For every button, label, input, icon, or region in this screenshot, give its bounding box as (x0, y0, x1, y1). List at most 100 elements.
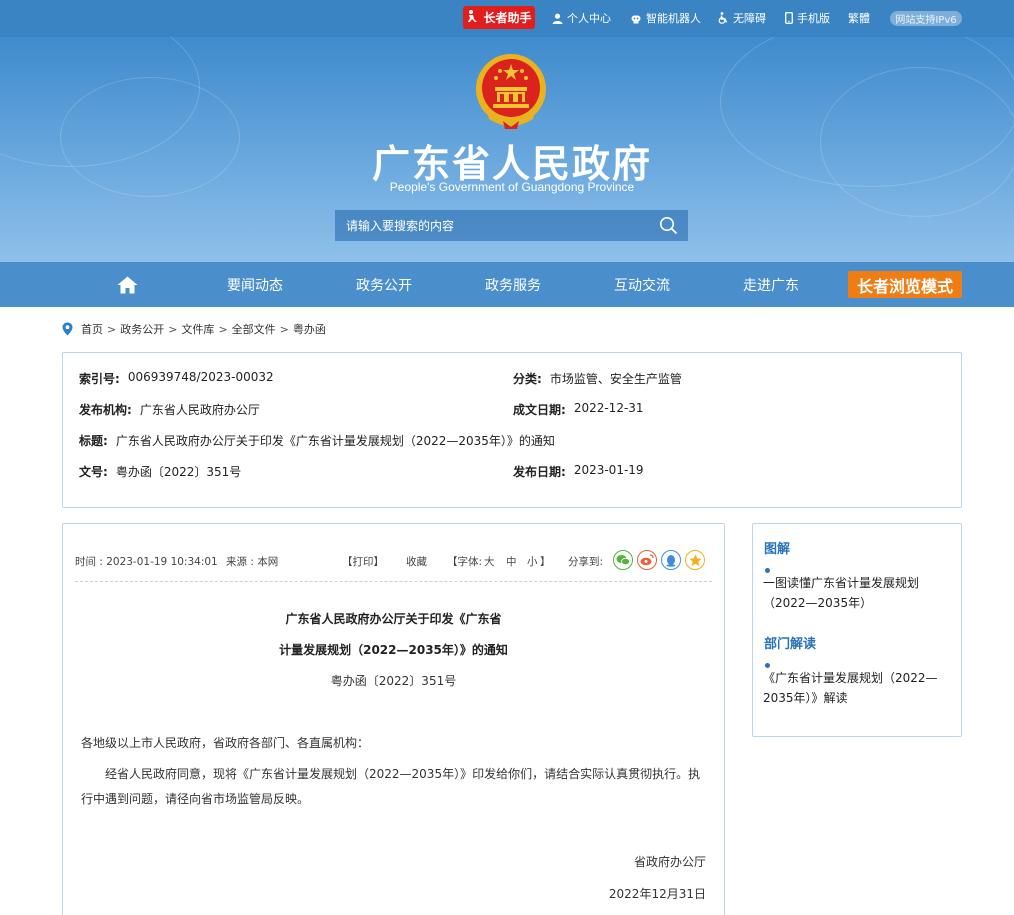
elder-helper-label: 长者助手 (483, 11, 532, 25)
article-title-line1: 广东省人民政府办公厅关于印发《广东省 (285, 612, 502, 626)
sidebar-interpretation-link[interactable]: 《广东省计量发展规划（2022—2035年）》解读 (763, 668, 953, 708)
article-salutation: 各地级以上市人民政府，省政府各部门、各直属机构： (81, 736, 370, 750)
created-date-value: 2022-12-31 (573, 401, 644, 415)
font-small-button[interactable]: 小 (527, 554, 538, 569)
article-title-line2: 计量发展规划（2022—2035年）》的通知 (279, 643, 508, 657)
star-icon (689, 554, 701, 566)
breadcrumb-separator: > (279, 322, 289, 336)
wheelchair-icon (718, 12, 728, 24)
breadcrumb-separator: > (168, 322, 178, 336)
home-icon (117, 276, 137, 293)
publisher-row: 发布机构: 广东省人民政府办公厅 (79, 401, 260, 418)
favorite-button[interactable]: 收藏 (406, 554, 427, 569)
search-input[interactable] (335, 210, 648, 241)
wechat-icon (616, 555, 630, 566)
share-buttons (613, 550, 705, 570)
user-icon (552, 13, 563, 24)
font-size-close: 】 (540, 556, 551, 568)
banner-decoration (820, 67, 1014, 217)
published-date-row: 发布日期: 2023-01-19 (513, 463, 644, 480)
elder-mode-button[interactable]: 长者浏览模式 (848, 271, 962, 298)
breadcrumb-gov-open[interactable]: 政务公开 (120, 321, 164, 337)
index-number-label: 索引号: (79, 372, 120, 386)
category-row: 分类: 市场监管、安全生产监管 (513, 370, 682, 387)
publisher-value: 广东省人民政府办公厅 (139, 403, 260, 417)
source: 来源 : 本网 (226, 556, 279, 568)
nav-gov-affairs-open[interactable]: 政务公开 (329, 262, 439, 307)
breadcrumb-current[interactable]: 粤办函 (293, 321, 326, 337)
article-panel: 时间 : 2023-01-19 10:34:01 来源 : 本网 【打印】 收藏… (62, 523, 725, 915)
nav-home[interactable] (72, 262, 182, 307)
breadcrumb-home[interactable]: 首页 (81, 321, 103, 337)
mobile-label: 手机版 (797, 12, 830, 25)
meta-divider (75, 581, 712, 582)
traditional-chinese-link[interactable]: 繁體 (848, 10, 870, 26)
search-bar (335, 210, 688, 241)
article-body: 经省人民政府同意，现将《广东省计量发展规划（2022—2035年）》印发给你们，… (81, 767, 701, 806)
traditional-label: 繁體 (848, 12, 870, 25)
font-medium-button[interactable]: 中 (506, 554, 517, 569)
sidebar-graphic-link[interactable]: 一图读懂广东省计量发展规划（2022—2035年） (763, 573, 953, 613)
elder-helper-button[interactable]: 长者助手 (463, 6, 535, 29)
created-date-row: 成文日期: 2022-12-31 (513, 401, 644, 418)
breadcrumb: 首页 > 政务公开 > 文件库 > 全部文件 > 粤办函 (62, 321, 326, 337)
breadcrumb-separator: > (107, 322, 117, 336)
accessibility-label: 无障碍 (733, 12, 766, 25)
index-number-value: 006939748/2023-00032 (127, 370, 274, 384)
search-icon (659, 217, 677, 235)
search-button[interactable] (648, 210, 688, 241)
print-button[interactable]: 【打印】 (342, 554, 384, 569)
national-emblem-icon (476, 54, 546, 129)
nav-gov-services[interactable]: 政务服务 (458, 262, 568, 307)
robot-link[interactable]: 智能机器人 (630, 10, 701, 26)
share-label: 分享到: (568, 556, 604, 568)
title-value: 广东省人民政府办公厅关于印发《广东省计量发展规划（2022—2035年）》的通知 (115, 434, 555, 448)
weibo-icon (640, 554, 654, 566)
sidebar-interpretation-heading: 部门解读 (764, 637, 817, 652)
ipv6-badge: 网站支持IPv6 (890, 11, 962, 26)
accessibility-link[interactable]: 无障碍 (718, 10, 766, 26)
personal-center-link[interactable]: 个人中心 (552, 10, 611, 26)
publish-time: 时间 : 2023-01-19 10:34:01 (75, 556, 218, 568)
site-subtitle: People's Government of Guangdong Provinc… (389, 180, 635, 194)
mobile-icon (785, 12, 793, 24)
banner-decoration (60, 77, 240, 197)
category-value: 市场监管、安全生产监管 (549, 372, 682, 386)
nav-about-guangdong[interactable]: 走进广东 (716, 262, 826, 307)
qzone-share-button[interactable] (685, 550, 705, 570)
article-signature: 省政府办公厅 (633, 855, 706, 869)
document-info-box: 索引号: 006939748/2023-00032 分类: 市场监管、安全生产监… (62, 352, 962, 508)
mobile-link[interactable]: 手机版 (785, 10, 830, 26)
category-label: 分类: (513, 372, 542, 386)
font-large-button[interactable]: 大 (484, 554, 495, 569)
sidebar-graphic-heading: 图解 (764, 542, 791, 557)
font-size-label: 【字体: (447, 556, 483, 568)
robot-icon (631, 15, 641, 23)
document-number-row: 文号: 粤办函〔2022〕351号 (79, 463, 241, 480)
nav-interaction[interactable]: 互动交流 (587, 262, 697, 307)
created-date-label: 成文日期: (513, 403, 566, 417)
publisher-label: 发布机构: (79, 403, 132, 417)
document-number-label: 文号: (79, 465, 108, 479)
index-number-row: 索引号: 006939748/2023-00032 (79, 370, 274, 387)
published-date-value: 2023-01-19 (573, 463, 644, 477)
document-number-value: 粤办函〔2022〕351号 (115, 465, 242, 479)
related-sidebar: 图解 一图读懂广东省计量发展规划（2022—2035年） 部门解读 《广东省计量… (752, 523, 962, 737)
breadcrumb-separator: > (218, 322, 228, 336)
breadcrumb-all-files[interactable]: 全部文件 (232, 321, 276, 337)
personal-center-label: 个人中心 (567, 12, 611, 25)
article-document-number: 粤办函〔2022〕351号 (330, 674, 457, 688)
elder-icon (466, 9, 480, 26)
robot-label: 智能机器人 (646, 12, 701, 25)
published-date-label: 发布日期: (513, 465, 566, 479)
qq-icon (666, 554, 676, 567)
breadcrumb-file-library[interactable]: 文件库 (181, 321, 214, 337)
article-date: 2022年12月31日 (608, 887, 706, 901)
weibo-share-button[interactable] (637, 550, 657, 570)
title-row: 标题: 广东省人民政府办公厅关于印发《广东省计量发展规划（2022—2035年）… (79, 432, 555, 449)
wechat-share-button[interactable] (613, 550, 633, 570)
nav-news[interactable]: 要闻动态 (200, 262, 310, 307)
qq-share-button[interactable] (661, 550, 681, 570)
top-utility-bar: 长者助手 个人中心 智能机器人 无障碍 手机版 繁體 网站支持IPv6 (0, 0, 1014, 37)
title-label: 标题: (79, 434, 108, 448)
